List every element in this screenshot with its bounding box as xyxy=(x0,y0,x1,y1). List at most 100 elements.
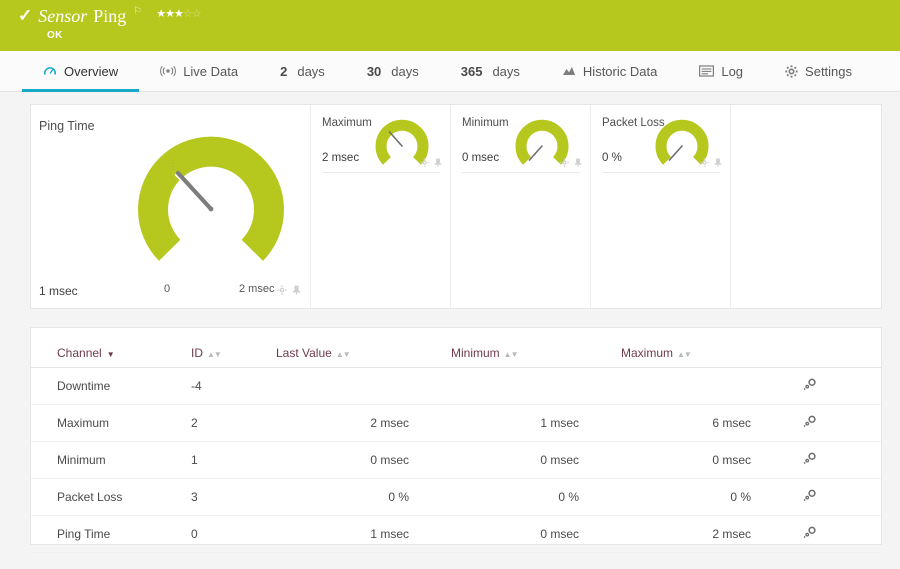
tab-days-number: 30 xyxy=(367,64,381,79)
table-row[interactable]: Ping Time 0 1 msec 0 msec 2 msec xyxy=(31,516,881,553)
column-header-maximum[interactable]: Maximum▲▼ xyxy=(621,328,791,368)
tab-label: Log xyxy=(721,64,743,79)
cell-last-value: 0 % xyxy=(276,479,451,516)
column-label: Minimum xyxy=(451,346,500,360)
settings-icon[interactable] xyxy=(803,526,817,542)
star-empty: ☆ xyxy=(192,8,201,20)
flag-icon[interactable]: ⚐ xyxy=(133,6,142,18)
column-header-minimum[interactable]: Minimum ▲▼ xyxy=(451,328,621,368)
tab-historic-data[interactable]: Historic Data xyxy=(541,51,678,91)
primary-gauge-scale-max: 2 msec xyxy=(239,283,274,295)
cell-id: 3 xyxy=(191,479,276,516)
priority-rating[interactable]: ★★★☆☆ xyxy=(156,6,200,22)
settings-icon[interactable] xyxy=(803,378,817,394)
cell-actions xyxy=(791,442,881,479)
sensor-name: Ping xyxy=(93,6,126,27)
cell-maximum: 0 % xyxy=(621,479,791,516)
gauges-panel: Ping Time ⋮ 1 msec 0 2 msec Maximum xyxy=(30,104,882,309)
pin-icon[interactable] xyxy=(434,154,442,172)
gauges-panel-spacer xyxy=(731,105,881,308)
cell-maximum: 2 msec xyxy=(621,516,791,553)
tab-label: Settings xyxy=(805,64,852,79)
svg-text:⋮: ⋮ xyxy=(169,162,177,171)
pin-icon[interactable] xyxy=(574,154,582,172)
log-icon xyxy=(699,65,714,77)
cell-actions xyxy=(791,516,881,553)
mini-gauge-value: 0 msec xyxy=(462,152,499,164)
settings-icon[interactable] xyxy=(803,452,817,468)
settings-icon[interactable] xyxy=(803,415,817,431)
cell-channel: Ping Time xyxy=(31,516,191,553)
cell-minimum xyxy=(451,368,621,405)
table-header-row: Channel▼ ID▲▼ Last Value▲▼ Minimum▲▼ Max… xyxy=(31,328,881,368)
tab-log[interactable]: Log xyxy=(678,51,764,91)
table-row[interactable]: Minimum 1 0 msec 0 msec 0 msec xyxy=(31,442,881,479)
tab-days-number: 365 xyxy=(461,64,483,79)
cell-last-value: 1 msec xyxy=(276,516,451,553)
tab-label: days xyxy=(391,64,418,79)
cell-minimum: 0 msec xyxy=(451,516,621,553)
cell-actions xyxy=(791,405,881,442)
mini-gauge-divider xyxy=(602,172,720,173)
star-empty: ☆ xyxy=(183,8,192,20)
sort-both-icon: ▲▼ xyxy=(504,350,518,359)
mini-gauge-divider xyxy=(462,172,580,173)
tab-bar: Overview Live Data 2 days 30 days 365 da… xyxy=(0,51,900,92)
settings-icon[interactable] xyxy=(803,489,817,505)
mini-gauge-actions xyxy=(700,154,722,172)
tab-30-days[interactable]: 30 days xyxy=(346,51,440,91)
tab-live-data[interactable]: Live Data xyxy=(139,51,259,91)
cell-id: 1 xyxy=(191,442,276,479)
column-header-id[interactable]: ID▲▼ xyxy=(191,328,276,368)
cell-maximum xyxy=(621,368,791,405)
table-row[interactable]: Maximum 2 2 msec 1 msec 6 msec xyxy=(31,405,881,442)
primary-gauge-caption: Ping Time xyxy=(39,119,95,133)
gear-icon[interactable] xyxy=(277,282,287,300)
tab-label: Live Data xyxy=(183,64,238,79)
tab-days-number: 2 xyxy=(280,64,287,79)
cell-channel: Maximum xyxy=(31,405,191,442)
table-row[interactable]: Packet Loss 3 0 % 0 % 0 % xyxy=(31,479,881,516)
column-header-channel[interactable]: Channel▼ xyxy=(31,328,191,368)
column-header-actions xyxy=(791,328,881,368)
star-filled: ★ xyxy=(165,8,174,20)
cell-actions xyxy=(791,368,881,405)
tab-365-days[interactable]: 365 days xyxy=(440,51,541,91)
pin-icon[interactable] xyxy=(714,154,722,172)
sort-both-icon: ▲▼ xyxy=(677,350,691,359)
column-header-last-value[interactable]: Last Value▲▼ xyxy=(276,328,451,368)
primary-gauge-value: 1 msec xyxy=(39,284,78,298)
tab-label: days xyxy=(492,64,519,79)
sensor-type-label: Sensor xyxy=(38,6,87,27)
mini-gauge-packet-loss: Packet Loss 0 % xyxy=(591,105,731,308)
mini-gauge-minimum: Minimum 0 msec xyxy=(451,105,591,308)
tab-overview[interactable]: Overview xyxy=(22,51,139,91)
tab-label: days xyxy=(297,64,324,79)
column-label: ID xyxy=(191,346,203,360)
tab-settings[interactable]: Settings xyxy=(764,51,873,91)
mini-gauge-value: 2 msec xyxy=(322,152,359,164)
table-row[interactable]: Downtime -4 xyxy=(31,368,881,405)
cell-last-value xyxy=(276,368,451,405)
channels-panel: Channel▼ ID▲▼ Last Value▲▼ Minimum▲▼ Max… xyxy=(30,327,882,545)
gauge-icon xyxy=(43,64,57,78)
star-filled: ★ xyxy=(156,8,165,20)
cell-last-value: 0 msec xyxy=(276,442,451,479)
cell-minimum: 0 msec xyxy=(451,442,621,479)
broadcast-icon xyxy=(160,65,176,77)
cell-minimum: 1 msec xyxy=(451,405,621,442)
cell-last-value: 2 msec xyxy=(276,405,451,442)
cell-channel: Packet Loss xyxy=(31,479,191,516)
gear-icon[interactable] xyxy=(700,154,709,172)
channels-table-body: Downtime -4 Maximum 2 2 msec 1 msec 6 ms… xyxy=(31,368,881,553)
primary-gauge-actions xyxy=(277,282,301,300)
chart-icon xyxy=(562,65,576,77)
cell-id: 2 xyxy=(191,405,276,442)
tab-2-days[interactable]: 2 days xyxy=(259,51,346,91)
gear-icon[interactable] xyxy=(560,154,569,172)
gear-icon[interactable] xyxy=(420,154,429,172)
pin-icon[interactable] xyxy=(292,282,301,300)
cell-maximum: 6 msec xyxy=(621,405,791,442)
status-badge: OK xyxy=(47,30,900,41)
channels-table: Channel▼ ID▲▼ Last Value▲▼ Minimum▲▼ Max… xyxy=(31,328,881,553)
